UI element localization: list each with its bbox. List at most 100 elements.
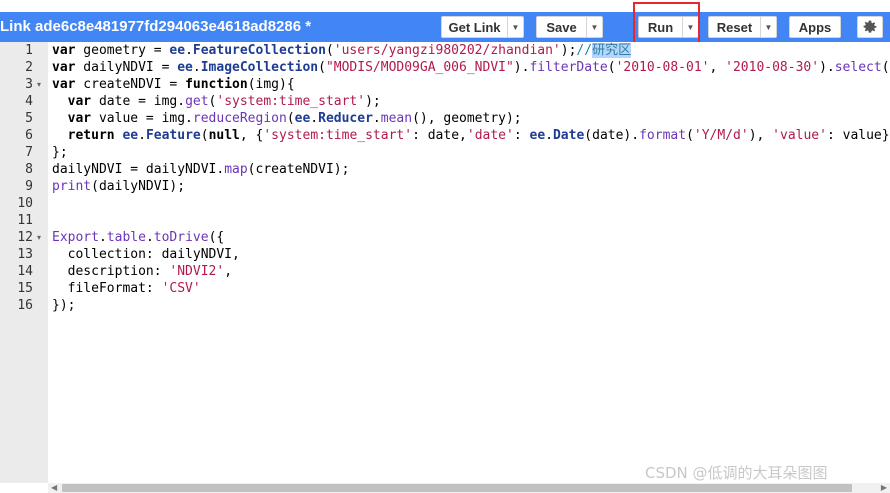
- code-line[interactable]: collection: dailyNDVI,: [52, 246, 240, 263]
- scrollbar-thumb[interactable]: [62, 484, 852, 492]
- code-token: var: [52, 77, 76, 92]
- code-token: Reducer: [318, 111, 373, 126]
- code-token: 'value': [772, 128, 827, 143]
- line-number: 9: [25, 179, 33, 194]
- code-token: (), geometry);: [412, 111, 522, 126]
- line-number: 5: [25, 111, 33, 126]
- code-line[interactable]: return ee.Feature(null, {'system:time_st…: [52, 127, 890, 144]
- settings-button[interactable]: [857, 16, 883, 38]
- code-token: (: [286, 111, 295, 126]
- code-token: .: [372, 111, 381, 126]
- line-number: 14: [17, 264, 33, 279]
- code-token: ).: [819, 60, 835, 75]
- code-line[interactable]: fileFormat: 'CSV': [52, 280, 201, 297]
- caret-down-icon[interactable]: ▼: [682, 17, 698, 37]
- code-token: geometry =: [75, 43, 170, 58]
- code-line[interactable]: var createNDVI = function(img){: [52, 76, 295, 93]
- reset-button[interactable]: Reset ▼: [708, 16, 777, 38]
- code-line[interactable]: });: [52, 297, 75, 314]
- fold-toggle-icon[interactable]: ▾: [37, 76, 47, 93]
- code-token: //: [576, 43, 593, 58]
- code-token: .: [310, 111, 319, 126]
- code-token: ee: [169, 43, 186, 58]
- code-line[interactable]: var value = img.reduceRegion(ee.Reducer.…: [52, 110, 522, 127]
- run-button[interactable]: Run ▼: [638, 16, 699, 38]
- code-token: ({: [208, 230, 225, 245]
- code-token: "MODIS/MOD09GA_006_NDVI": [325, 60, 514, 75]
- code-token: return: [67, 128, 115, 143]
- code-line[interactable]: var dailyNDVI = ee.ImageCollection("MODI…: [52, 59, 890, 76]
- code-token: (createNDVI);: [247, 162, 350, 177]
- code-token: .: [138, 128, 146, 143]
- code-token: ,: [224, 264, 233, 279]
- code-token: .: [545, 128, 553, 143]
- apps-button[interactable]: Apps: [789, 16, 841, 38]
- code-token: ee: [529, 128, 546, 143]
- code-token: 'CSV': [161, 281, 201, 296]
- save-button[interactable]: Save ▼: [536, 16, 603, 38]
- code-token: collection: dailyNDVI,: [52, 247, 240, 262]
- reset-label: Reset: [716, 19, 753, 35]
- code-token: );: [560, 43, 577, 58]
- code-token: 'system:time_start': [216, 94, 366, 109]
- code-line[interactable]: var date = img.get('system:time_start');: [52, 93, 381, 110]
- code-token: .: [192, 60, 201, 75]
- code-token: fileFormat:: [52, 281, 162, 296]
- code-token: };: [52, 145, 68, 160]
- code-editor-toolbar: Link ade6c8e481977fd294063e4618ad8286 * …: [0, 12, 890, 42]
- line-number: 11: [17, 213, 33, 228]
- code-token: 'users/yangzi980202/zhandian': [333, 43, 561, 58]
- code-line[interactable]: Export.table.toDrive({: [52, 229, 224, 246]
- line-number: 15: [17, 281, 33, 296]
- line-number: 7: [25, 145, 33, 160]
- code-line[interactable]: var geometry = ee.FeatureCollection('use…: [52, 42, 632, 59]
- line-number: 6: [25, 128, 33, 143]
- code-token: (: [607, 60, 616, 75]
- horizontal-scrollbar[interactable]: ◀ ▶: [48, 483, 890, 493]
- code-token: var: [67, 111, 92, 126]
- code-line[interactable]: description: 'NDVI2',: [52, 263, 232, 280]
- scroll-left-icon[interactable]: ◀: [51, 483, 57, 493]
- code-token: 'Y/M/d': [693, 128, 749, 143]
- code-token: reduceRegion: [192, 111, 287, 126]
- code-token: format: [639, 128, 687, 143]
- code-line[interactable]: print(dailyNDVI);: [52, 178, 185, 195]
- code-token: '2010-08-01': [615, 60, 710, 75]
- save-label: Save: [546, 19, 577, 35]
- code-token: :: [513, 128, 530, 143]
- code-token: select: [834, 60, 882, 75]
- caret-down-icon[interactable]: ▼: [760, 17, 776, 37]
- code-token: 'system:time_start': [263, 128, 413, 143]
- code-token: null: [208, 128, 240, 143]
- caret-down-icon[interactable]: ▼: [586, 17, 602, 37]
- scroll-right-icon[interactable]: ▶: [881, 483, 887, 493]
- code-line[interactable]: dailyNDVI = dailyNDVI.map(createNDVI);: [52, 161, 349, 178]
- code-token: get: [185, 94, 209, 109]
- code-token: var: [52, 60, 76, 75]
- fold-toggle-icon[interactable]: ▾: [37, 229, 47, 246]
- code-token: map: [224, 162, 248, 177]
- gear-icon: [863, 20, 877, 33]
- code-token: FeatureCollection: [192, 43, 326, 58]
- code-token: table: [106, 230, 146, 245]
- code-token: .: [145, 230, 154, 245]
- code-token: (dailyNDVI);: [91, 179, 186, 194]
- code-token: (img){: [247, 77, 295, 92]
- code-token: Export: [52, 230, 99, 245]
- get-link-button[interactable]: Get Link ▼: [441, 16, 524, 38]
- code-token: ImageCollection: [200, 60, 319, 75]
- run-label: Run: [647, 19, 674, 35]
- code-area[interactable]: var geometry = ee.FeatureCollection('use…: [52, 42, 890, 483]
- code-token: (: [325, 43, 334, 58]
- line-number: 3: [25, 77, 33, 92]
- code-token: description:: [52, 264, 170, 279]
- code-line[interactable]: };: [52, 144, 68, 161]
- caret-down-icon[interactable]: ▼: [507, 17, 523, 37]
- get-link-label: Get Link: [448, 19, 501, 35]
- code-token: dailyNDVI = dailyNDVI.: [52, 162, 225, 177]
- code-editor[interactable]: 1 2 3 ▾ 4 5 6 7 8 9 10 11 12 ▾ 13 14 15 16 var geometry =…: [0, 42, 890, 483]
- line-number: 2: [25, 60, 33, 75]
- code-token: .: [98, 230, 107, 245]
